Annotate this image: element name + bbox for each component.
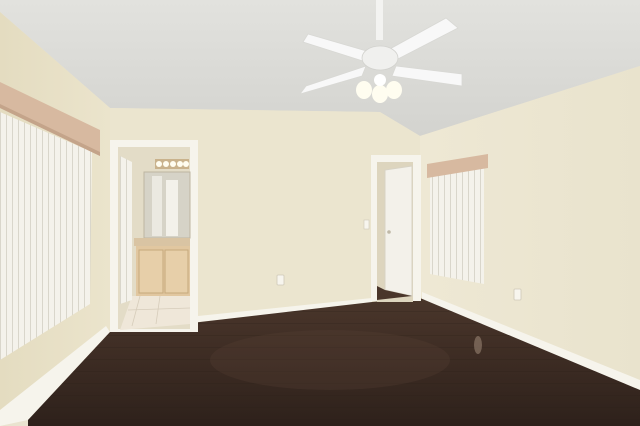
bathroom-tile-floor	[120, 296, 190, 330]
fan-motor-housing	[361, 45, 399, 71]
room-scene	[0, 0, 640, 426]
bathroom-doorway	[110, 140, 198, 332]
wall-outlet-right	[513, 288, 522, 301]
fan-light-bulb	[374, 74, 386, 86]
wall-outlet-back	[276, 274, 285, 286]
light-switch	[363, 219, 370, 230]
right-window-blinds	[427, 154, 488, 284]
fan-light-bulb	[372, 85, 388, 103]
fan-light-bulb	[386, 81, 402, 99]
hallway-doorway	[371, 155, 421, 302]
door-knob	[387, 230, 391, 234]
floor-light-reflection	[474, 336, 482, 354]
fan-light-bulb	[356, 81, 372, 99]
